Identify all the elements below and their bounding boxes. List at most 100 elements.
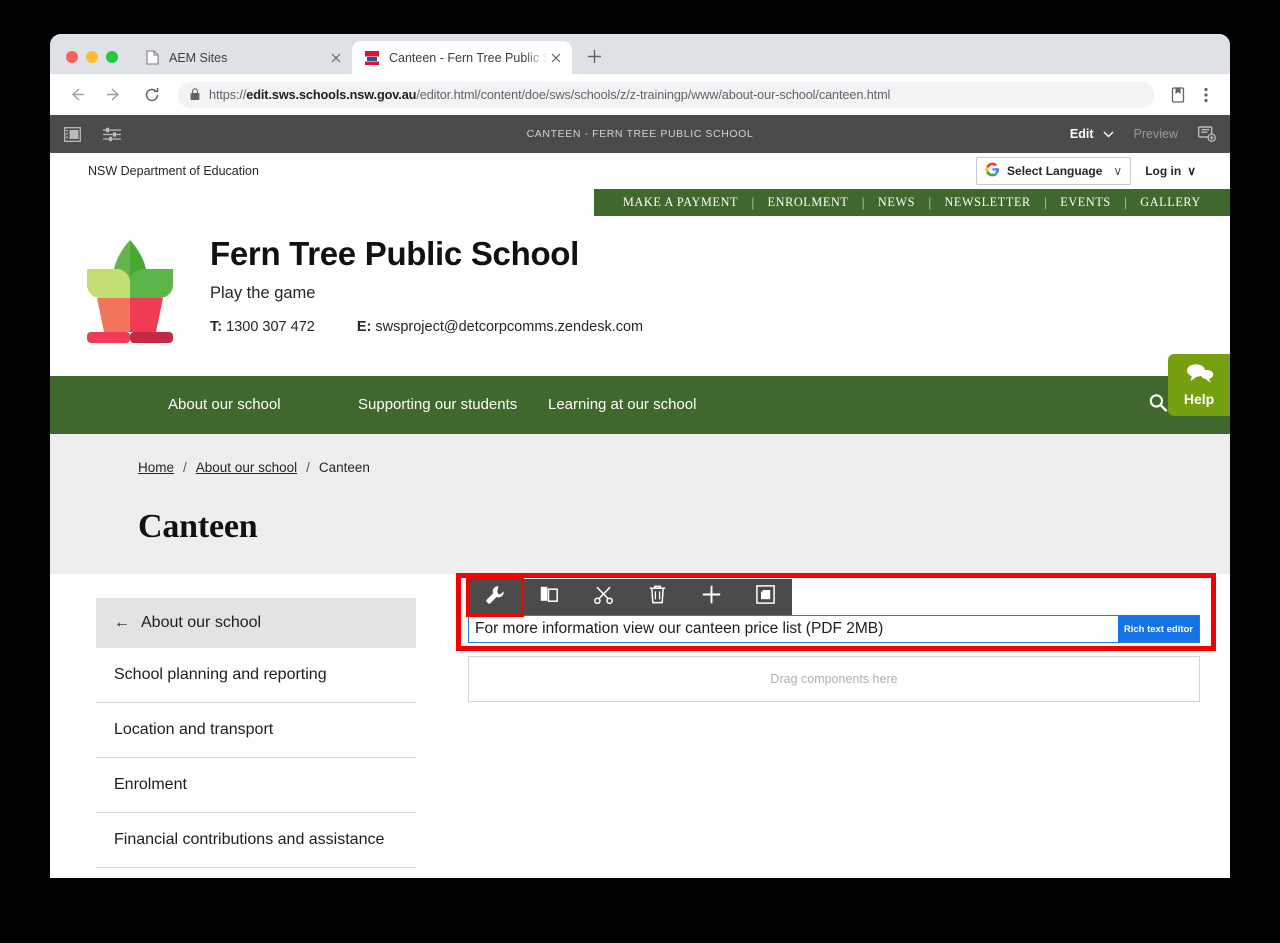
sliders-icon[interactable]	[103, 127, 121, 142]
tab-title: AEM Sites	[169, 50, 228, 65]
sidebar-item-school-planning-and-reporting[interactable]: School planning and reporting	[96, 648, 416, 703]
browser-window: AEM Sites Canteen - Fern Tree Public Sch	[50, 34, 1230, 878]
configure-button[interactable]	[466, 577, 524, 617]
rich-text-editor[interactable]: For more information view our canteen pr…	[468, 615, 1200, 643]
back-arrow-icon[interactable]	[62, 81, 90, 109]
school-name: Fern Tree Public School	[210, 235, 580, 272]
school-header: Fern Tree Public School Play the game T:…	[50, 216, 1230, 376]
forward-arrow-icon[interactable]	[100, 81, 128, 109]
document-icon	[144, 50, 160, 66]
back-arrow-icon: ←	[114, 614, 130, 631]
delete-button[interactable]	[630, 579, 684, 615]
breadcrumb-item-canteen: Canteen	[318, 460, 370, 475]
url-text: https://edit.sws.schools.nsw.gov.au/edit…	[209, 87, 891, 102]
aem-editor-header: CANTEEN - FERN TREE PUBLIC SCHOOL Edit P…	[50, 115, 1230, 153]
email-address: swsproject@detcorpcomms.zendesk.com	[375, 318, 644, 335]
breadcrumb-item-home[interactable]: Home	[138, 460, 174, 475]
rich-text-content[interactable]: For more information view our canteen pr…	[469, 620, 883, 638]
screen: AEM Sites Canteen - Fern Tree Public Sch	[0, 0, 1280, 943]
preview-button[interactable]: Preview	[1134, 127, 1178, 141]
tab-canteen[interactable]: Canteen - Fern Tree Public Sch	[352, 41, 572, 74]
quicklink-enrolment[interactable]: ENROLMENT	[755, 195, 862, 210]
window-controls	[50, 51, 132, 74]
tab-aem-sites[interactable]: AEM Sites	[132, 41, 352, 74]
department-name: NSW Department of Education	[88, 164, 259, 178]
chevron-down-icon	[1103, 127, 1114, 141]
trash-icon	[649, 585, 666, 609]
reload-icon[interactable]	[138, 81, 166, 109]
main-navigation: About our school Supporting our students…	[50, 376, 1230, 434]
lock-icon	[190, 88, 200, 101]
new-tab-button[interactable]	[580, 42, 608, 70]
search-icon[interactable]	[1148, 393, 1168, 418]
school-tagline: Play the game	[210, 283, 316, 302]
help-label: Help	[1183, 391, 1215, 407]
quicklink-events[interactable]: EVENTS	[1047, 195, 1124, 210]
scissors-icon	[593, 586, 613, 609]
bookmark-icon[interactable]	[1166, 82, 1190, 108]
help-button[interactable]: Help	[1168, 354, 1230, 416]
edit-mode-selector[interactable]: Edit	[1070, 127, 1114, 141]
maximize-window-button[interactable]	[106, 51, 118, 63]
annotate-icon[interactable]	[1198, 126, 1216, 142]
utility-bar: NSW Department of Education Select Langu…	[50, 153, 1230, 189]
language-selector[interactable]: Select Language ∨	[976, 157, 1132, 185]
component-dropzone[interactable]: Drag components here	[468, 656, 1200, 702]
kebab-menu-icon[interactable]	[1194, 82, 1218, 108]
nsw-gov-favicon	[364, 50, 380, 66]
component-editor-toolbar	[466, 577, 792, 617]
close-window-button[interactable]	[66, 51, 78, 63]
rich-text-editor-badge: Rich text editor	[1117, 616, 1199, 642]
sidebar-item-enrolment[interactable]: Enrolment	[96, 758, 416, 813]
tab-strip: AEM Sites Canteen - Fern Tree Public Sch	[50, 34, 1230, 74]
copy-button[interactable]	[522, 579, 576, 615]
school-logo[interactable]	[50, 230, 210, 348]
nav-item-about-our-school[interactable]: About our school	[168, 396, 358, 413]
quicklink-newsletter[interactable]: NEWSLETTER	[931, 195, 1043, 210]
edit-label: Edit	[1069, 127, 1094, 141]
aem-page-title: CANTEEN - FERN TREE PUBLIC SCHOOL	[526, 128, 754, 140]
google-g-icon	[985, 162, 1000, 180]
parent-button[interactable]	[738, 579, 792, 615]
aem-header-left	[64, 126, 121, 142]
sidebar-item-financial-contributions-and-assistance[interactable]: Financial contributions and assistance	[96, 813, 416, 868]
quicklink-make-a-payment[interactable]: MAKE A PAYMENT	[610, 195, 751, 210]
address-bar[interactable]: https://edit.sws.schools.nsw.gov.au/edit…	[178, 81, 1154, 108]
page-title: Canteen	[138, 508, 258, 545]
nav-item-learning-at-our-school[interactable]: Learning at our school	[548, 396, 738, 413]
copy-icon	[540, 586, 558, 609]
phone-label: T:	[210, 318, 223, 335]
utility-bar-right: Select Language ∨ Log in ∨	[976, 157, 1196, 185]
sidebar-item-location-and-transport[interactable]: Location and transport	[96, 703, 416, 758]
minimize-window-button[interactable]	[86, 51, 98, 63]
school-email: E: swsproject@detcorpcomms.zendesk.com	[357, 319, 643, 335]
wrench-icon	[485, 585, 505, 610]
phone-number: 1300 307 472	[226, 318, 315, 335]
site-page: NSW Department of Education Select Langu…	[50, 153, 1230, 878]
chevron-down-icon: ∨	[1187, 164, 1196, 178]
breadcrumb-separator: /	[306, 460, 310, 475]
quicklink-news[interactable]: NEWS	[865, 195, 928, 210]
cut-button[interactable]	[576, 579, 630, 615]
breadcrumb-item-about-our-school[interactable]: About our school	[196, 460, 297, 475]
content-area: ← About our school School planning and r…	[50, 573, 1230, 878]
school-identity: Fern Tree Public School Play the game T:…	[210, 230, 643, 335]
sidebar-toggle-icon[interactable]	[64, 126, 81, 142]
login-menu[interactable]: Log in ∨	[1145, 164, 1196, 178]
close-icon[interactable]	[328, 50, 344, 66]
breadcrumb-separator: /	[183, 460, 187, 475]
aem-header-right: Edit Preview	[1070, 126, 1216, 142]
close-icon[interactable]	[548, 50, 564, 66]
insert-button[interactable]	[684, 579, 738, 615]
breadcrumb-band: Home / About our school / Canteen Cantee…	[50, 434, 1230, 574]
sidebar-item-label: About our school	[141, 614, 262, 631]
quicklinks-bar: MAKE A PAYMENT | ENROLMENT | NEWS | NEWS…	[593, 189, 1230, 216]
sidebar-item-about-our-school[interactable]: ← About our school	[96, 598, 416, 648]
school-phone: T: 1300 307 472	[210, 319, 315, 335]
plus-icon	[702, 585, 721, 609]
quicklink-gallery[interactable]: GALLERY	[1127, 195, 1214, 210]
nav-item-supporting-our-students[interactable]: Supporting our students	[358, 396, 548, 413]
email-label: E:	[356, 318, 372, 335]
breadcrumb: Home / About our school / Canteen	[50, 460, 1230, 475]
quicklinks-row: MAKE A PAYMENT | ENROLMENT | NEWS | NEWS…	[50, 189, 1230, 216]
